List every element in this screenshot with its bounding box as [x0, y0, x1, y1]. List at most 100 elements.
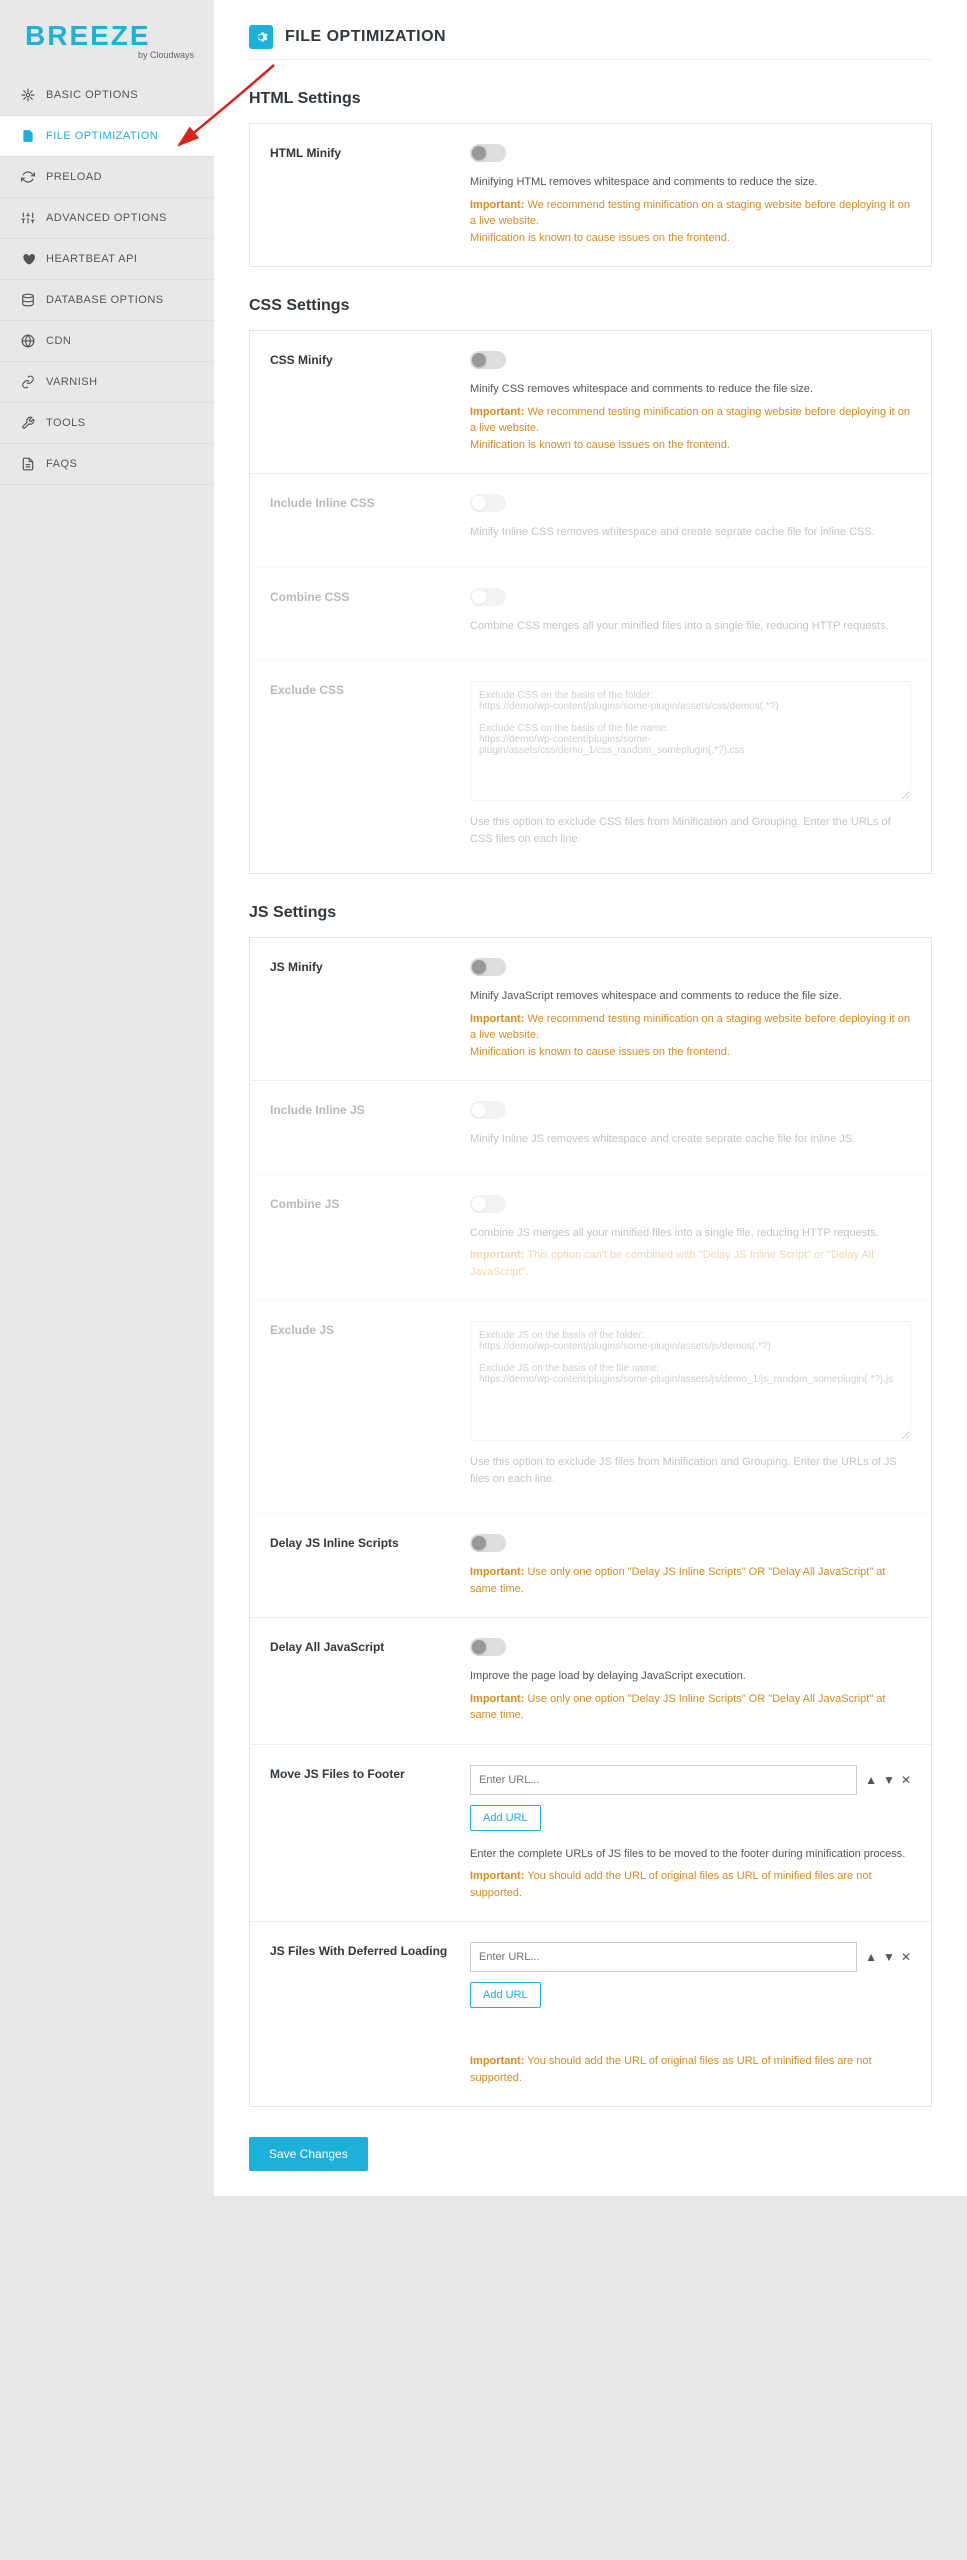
sort-up-icon[interactable]: ▲ [865, 1773, 877, 1787]
sort-down-icon[interactable]: ▼ [883, 1950, 895, 1964]
js-section-title: JS Settings [249, 904, 932, 922]
js-deferred-warning: Important: You should add the URL of ori… [470, 2053, 911, 2086]
js-delay-all-desc: Improve the page load by delaying JavaSc… [470, 1668, 911, 1685]
nav-label: HEARTBEAT API [46, 253, 137, 265]
js-minify-warning2: Minification is known to cause issues on… [470, 1044, 911, 1061]
js-inline-toggle[interactable] [470, 1101, 506, 1119]
nav-label: DATABASE OPTIONS [46, 294, 164, 306]
js-delay-inline-label: Delay JS Inline Scripts [270, 1534, 470, 1597]
js-combine-desc: Combine JS merges all your minified file… [470, 1225, 911, 1242]
css-minify-toggle[interactable] [470, 351, 506, 369]
main-content: FILE OPTIMIZATION HTML Settings HTML Min… [214, 0, 967, 2196]
css-minify-warning2: Minification is known to cause issues on… [470, 437, 911, 454]
html-section-title: HTML Settings [249, 90, 932, 108]
nav-label: FAQS [46, 458, 77, 470]
add-url-button[interactable]: Add URL [470, 1982, 541, 2008]
css-minify-warning: Important: We recommend testing minifica… [470, 404, 911, 437]
js-delay-inline-row: Delay JS Inline Scripts Important: Use o… [250, 1514, 931, 1618]
js-inline-label: Include Inline JS [270, 1101, 470, 1154]
sort-up-icon[interactable]: ▲ [865, 1950, 877, 1964]
css-minify-row: CSS Minify Minify CSS removes whitespace… [250, 331, 931, 474]
html-minify-toggle[interactable] [470, 144, 506, 162]
file-icon [20, 128, 36, 144]
js-move-footer-row: Move JS Files to Footer ▲ ▼ ✕ Add URL En… [250, 1745, 931, 1923]
js-move-footer-warning: Important: You should add the URL of ori… [470, 1868, 911, 1901]
database-icon [20, 292, 36, 308]
js-minify-row: JS Minify Minify JavaScript removes whit… [250, 938, 931, 1081]
js-delay-all-label: Delay All JavaScript [270, 1638, 470, 1724]
save-button[interactable]: Save Changes [249, 2137, 368, 2171]
js-minify-warning: Important: We recommend testing minifica… [470, 1011, 911, 1044]
html-minify-row: HTML Minify Minifying HTML removes white… [250, 124, 931, 266]
nav-item-tools[interactable]: TOOLS [0, 403, 214, 444]
remove-icon[interactable]: ✕ [901, 1950, 911, 1964]
html-minify-label: HTML Minify [270, 144, 470, 246]
nav-item-database-options[interactable]: DATABASE OPTIONS [0, 280, 214, 321]
css-combine-row: Combine CSS Combine CSS merges all your … [250, 568, 931, 662]
nav-label: CDN [46, 335, 71, 347]
logo: BREEZE by Cloudways [0, 20, 214, 75]
sort-down-icon[interactable]: ▼ [883, 1773, 895, 1787]
css-combine-toggle[interactable] [470, 588, 506, 606]
refresh-icon [20, 169, 36, 185]
sidebar: BREEZE by Cloudways BASIC OPTIONS FILE OP… [0, 0, 214, 2196]
logo-text: BREEZE [25, 20, 194, 52]
nav-label: FILE OPTIMIZATION [46, 130, 158, 142]
html-minify-warning2: Minification is known to cause issues on… [470, 230, 911, 247]
js-settings-group: JS Minify Minify JavaScript removes whit… [249, 937, 932, 2107]
js-exclude-textarea[interactable] [470, 1321, 911, 1441]
nav-item-file-optimization[interactable]: FILE OPTIMIZATION [0, 116, 214, 157]
js-inline-row: Include Inline JS Minify Inline JS remov… [250, 1081, 931, 1175]
js-delay-inline-toggle[interactable] [470, 1534, 506, 1552]
css-section-title: CSS Settings [249, 297, 932, 315]
nav-item-basic-options[interactable]: BASIC OPTIONS [0, 75, 214, 116]
page-title: FILE OPTIMIZATION [285, 28, 446, 46]
tune-icon [20, 210, 36, 226]
nav-label: TOOLS [46, 417, 86, 429]
css-inline-toggle[interactable] [470, 494, 506, 512]
js-move-footer-desc: Enter the complete URLs of JS files to b… [470, 1846, 911, 1863]
js-delay-all-row: Delay All JavaScript Improve the page lo… [250, 1618, 931, 1745]
add-url-button[interactable]: Add URL [470, 1805, 541, 1831]
nav-item-heartbeat-api[interactable]: HEARTBEAT API [0, 239, 214, 280]
js-delay-inline-warning: Important: Use only one option "Delay JS… [470, 1564, 911, 1597]
css-exclude-row: Exclude CSS Use this option to exclude C… [250, 661, 931, 873]
js-move-footer-input[interactable] [470, 1765, 857, 1795]
wrench-icon [20, 415, 36, 431]
js-deferred-input[interactable] [470, 1942, 857, 1972]
html-settings-group: HTML Minify Minifying HTML removes white… [249, 123, 932, 267]
doc-icon [20, 456, 36, 472]
js-combine-warning: Important: This option can't be combined… [470, 1247, 911, 1280]
js-combine-row: Combine JS Combine JS merges all your mi… [250, 1175, 931, 1302]
nav-item-advanced-options[interactable]: ADVANCED OPTIONS [0, 198, 214, 239]
nav-item-faqs[interactable]: FAQS [0, 444, 214, 485]
css-minify-label: CSS Minify [270, 351, 470, 453]
js-move-footer-label: Move JS Files to Footer [270, 1765, 470, 1902]
gear-icon [249, 25, 273, 49]
nav-item-preload[interactable]: PRELOAD [0, 157, 214, 198]
sliders-icon [20, 87, 36, 103]
html-minify-desc: Minifying HTML removes whitespace and co… [470, 174, 911, 191]
page-header: FILE OPTIMIZATION [249, 25, 932, 60]
css-inline-desc: Minify Inline CSS removes whitespace and… [470, 524, 911, 541]
nav-item-cdn[interactable]: CDN [0, 321, 214, 362]
js-minify-label: JS Minify [270, 958, 470, 1060]
nav-label: PRELOAD [46, 171, 102, 183]
js-delay-all-toggle[interactable] [470, 1638, 506, 1656]
css-exclude-desc: Use this option to exclude CSS files fro… [470, 814, 911, 847]
remove-icon[interactable]: ✕ [901, 1773, 911, 1787]
css-exclude-textarea[interactable] [470, 681, 911, 801]
nav-label: BASIC OPTIONS [46, 89, 138, 101]
js-exclude-row: Exclude JS Use this option to exclude JS… [250, 1301, 931, 1514]
js-minify-desc: Minify JavaScript removes whitespace and… [470, 988, 911, 1005]
nav-item-varnish[interactable]: VARNISH [0, 362, 214, 403]
js-combine-toggle[interactable] [470, 1195, 506, 1213]
css-inline-row: Include Inline CSS Minify Inline CSS rem… [250, 474, 931, 568]
js-minify-toggle[interactable] [470, 958, 506, 976]
css-exclude-label: Exclude CSS [270, 681, 470, 853]
css-inline-label: Include Inline CSS [270, 494, 470, 547]
html-minify-warning: Important: We recommend testing minifica… [470, 197, 911, 230]
heart-icon [20, 251, 36, 267]
css-combine-desc: Combine CSS merges all your minified fil… [470, 618, 911, 635]
js-deferred-label: JS Files With Deferred Loading [270, 1942, 470, 2086]
